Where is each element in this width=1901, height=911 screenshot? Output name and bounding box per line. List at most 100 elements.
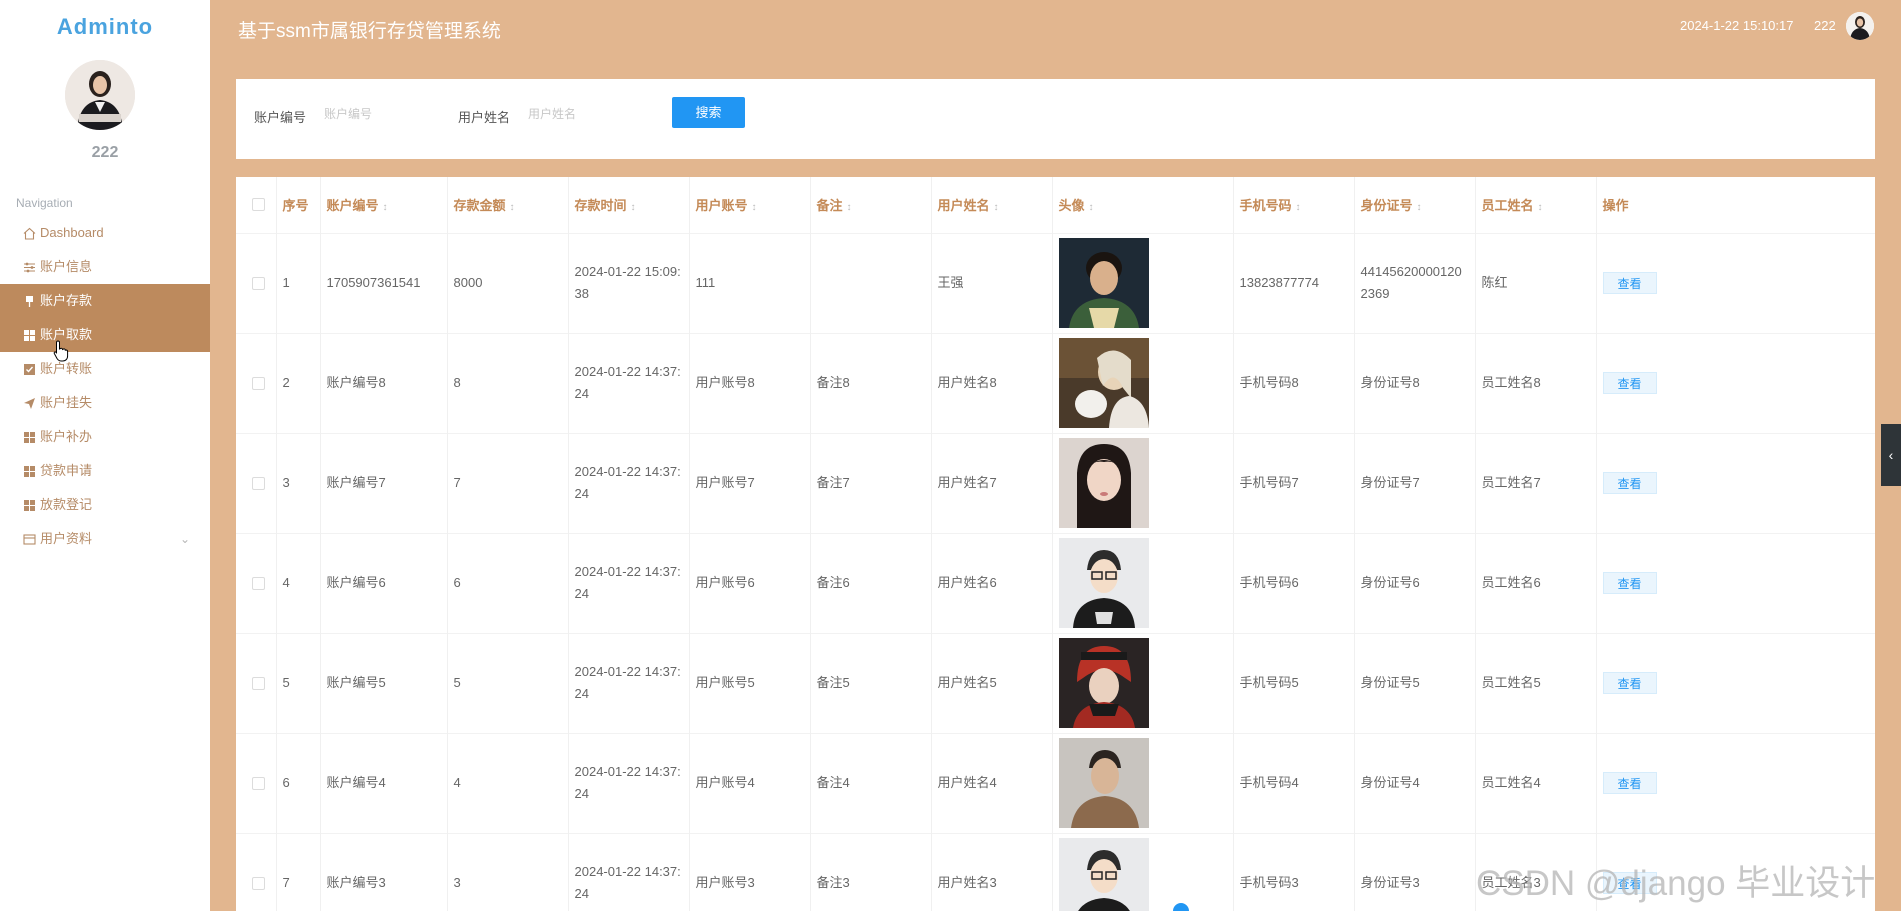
sort-icon[interactable]: ↕ — [994, 202, 999, 213]
sidebar-nav: Dashboard 账户信息 账户存款 账户取款 账户转账 账户挂失 账户补办 — [0, 216, 210, 556]
row-checkbox[interactable] — [252, 776, 265, 790]
sidebar-item-transfer[interactable]: 账户转账 — [0, 352, 210, 386]
view-button[interactable]: 查看 — [1602, 471, 1657, 494]
header-phone[interactable]: 手机号码 ↕ — [1232, 177, 1354, 233]
header-user-account[interactable]: 用户账号 ↕ — [688, 177, 810, 233]
sort-icon[interactable]: ↕ — [383, 202, 388, 213]
side-panel-toggle[interactable]: ‹ — [1881, 424, 1901, 486]
view-button[interactable]: 查看 — [1602, 671, 1657, 694]
cell-avatar — [1051, 432, 1233, 533]
sort-icon[interactable]: ↕ — [847, 202, 852, 213]
sidebar-item-report-loss[interactable]: 账户挂失 — [0, 386, 210, 420]
cell-user-account: 用户账号6 — [688, 532, 810, 633]
user-photo[interactable] — [1058, 338, 1149, 428]
account-no-input[interactable] — [324, 99, 434, 129]
header-user-name[interactable]: 用户姓名 ↕ — [930, 177, 1052, 233]
sidebar-username: 222 — [91, 144, 119, 161]
user-name-input[interactable] — [528, 99, 638, 129]
sidebar-item-user-profile[interactable]: 用户资料 ⌄ — [0, 522, 210, 556]
sort-icon[interactable]: ↕ — [631, 202, 636, 213]
view-button[interactable]: 查看 — [1602, 271, 1657, 294]
header-time[interactable]: 存款时间 ↕ — [567, 177, 689, 233]
cell-staff: 陈红 — [1474, 232, 1596, 333]
view-button[interactable]: 查看 — [1602, 371, 1657, 394]
header-avatar[interactable]: 头像 ↕ — [1051, 177, 1233, 233]
avatar[interactable] — [65, 60, 135, 130]
cell-id-no: 身份证号3 — [1353, 832, 1475, 911]
cell-remark: 备注6 — [809, 532, 931, 633]
sort-icon[interactable]: ↕ — [752, 202, 757, 213]
account-no-label: 账户编号 — [254, 110, 307, 125]
sidebar-item-dashboard[interactable]: Dashboard — [0, 216, 210, 250]
header-id-no[interactable]: 身份证号 ↕ — [1353, 177, 1475, 233]
pin-icon — [22, 294, 36, 308]
sort-icon[interactable]: ↕ — [1538, 202, 1543, 213]
sort-icon[interactable]: ↕ — [510, 202, 515, 213]
header-username[interactable]: 222 — [1814, 18, 1836, 33]
sidebar-item-withdraw[interactable]: 账户取款 — [0, 318, 210, 352]
header-account-no[interactable]: 账户编号 ↕ — [319, 177, 447, 233]
sidebar: Adminto 222 Navigation Dashboard 账户信息 账户… — [0, 0, 210, 911]
row-checkbox[interactable] — [252, 376, 265, 390]
app-logo[interactable]: Adminto — [0, 14, 210, 40]
view-button[interactable]: 查看 — [1602, 771, 1657, 794]
cell-actions: 查看 — [1595, 432, 1875, 533]
cell-remark — [809, 232, 931, 333]
cell-user-name: 用户姓名6 — [930, 532, 1052, 633]
user-photo[interactable] — [1058, 838, 1149, 911]
sidebar-item-label: 账户信息 — [40, 259, 93, 274]
user-photo[interactable] — [1058, 538, 1149, 628]
user-photo[interactable] — [1058, 238, 1149, 328]
sort-icon[interactable]: ↕ — [1417, 202, 1422, 213]
cell-seq: 2 — [275, 332, 320, 433]
cell-time: 2024-01-22 14:37:24 — [567, 632, 689, 733]
cell-avatar — [1051, 532, 1233, 633]
table-header-row: 序号 账户编号 ↕ 存款金额 ↕ 存款时间 ↕ 用户账号 ↕ 备注 ↕ 用户姓名 ↕ 头像 ↕… — [236, 177, 1875, 233]
cell-seq: 6 — [275, 732, 320, 833]
row-checkbox[interactable] — [252, 676, 265, 690]
user-photo[interactable] — [1058, 638, 1149, 728]
user-photo[interactable] — [1058, 438, 1149, 528]
sidebar-item-loan-apply[interactable]: 贷款申请 — [0, 454, 210, 488]
cell-staff: 员工姓名4 — [1474, 732, 1596, 833]
cell-user-account: 用户账号8 — [688, 332, 810, 433]
cell-id-no: 身份证号7 — [1353, 432, 1475, 533]
user-photo[interactable] — [1058, 738, 1149, 828]
sidebar-item-label: 账户存款 — [40, 293, 93, 308]
cell-actions: 查看 — [1595, 632, 1875, 733]
row-checkbox[interactable] — [252, 276, 265, 290]
cell-amount: 5 — [446, 632, 568, 733]
view-button[interactable]: 查看 — [1602, 571, 1657, 594]
cell-user-account: 用户账号5 — [688, 632, 810, 733]
sort-icon[interactable]: ↕ — [1296, 202, 1301, 213]
cell-phone: 手机号码4 — [1232, 732, 1354, 833]
search-button[interactable]: 搜索 — [672, 97, 745, 128]
grid-icon — [22, 464, 36, 478]
sidebar-item-account-info[interactable]: 账户信息 — [0, 250, 210, 284]
header-avatar[interactable] — [1846, 12, 1874, 40]
sidebar-item-deposit[interactable]: 账户存款 — [0, 284, 210, 318]
header-remark[interactable]: 备注 ↕ — [809, 177, 931, 233]
watermark: CSDN @django 毕业设计 — [1476, 864, 1876, 903]
sidebar-item-loan-register[interactable]: 放款登记 — [0, 488, 210, 522]
cell-user-name: 用户姓名7 — [930, 432, 1052, 533]
row-checkbox[interactable] — [252, 876, 265, 890]
cell-staff: 员工姓名8 — [1474, 332, 1596, 433]
cell-amount: 8000 — [446, 232, 568, 333]
table-row: 6 账户编号4 4 2024-01-22 14:37:24 用户账号4 备注4 … — [236, 732, 1875, 833]
sort-icon[interactable]: ↕ — [1089, 202, 1094, 213]
sidebar-item-reissue[interactable]: 账户补办 — [0, 420, 210, 454]
header-seq: 序号 — [275, 177, 320, 233]
check-square-icon — [22, 362, 36, 376]
cell-staff: 员工姓名7 — [1474, 432, 1596, 533]
cell-id-no: 身份证号5 — [1353, 632, 1475, 733]
header-staff[interactable]: 员工姓名 ↕ — [1474, 177, 1596, 233]
row-checkbox[interactable] — [252, 476, 265, 490]
chevron-down-icon[interactable]: ⌄ — [180, 522, 190, 556]
cell-account-no: 账户编号3 — [319, 832, 447, 911]
cell-avatar — [1051, 332, 1233, 433]
row-checkbox[interactable] — [252, 576, 265, 590]
select-all-checkbox[interactable] — [252, 198, 265, 212]
page-title: 基于ssm市属银行存贷管理系统 — [238, 21, 501, 42]
header-amount[interactable]: 存款金额 ↕ — [446, 177, 568, 233]
